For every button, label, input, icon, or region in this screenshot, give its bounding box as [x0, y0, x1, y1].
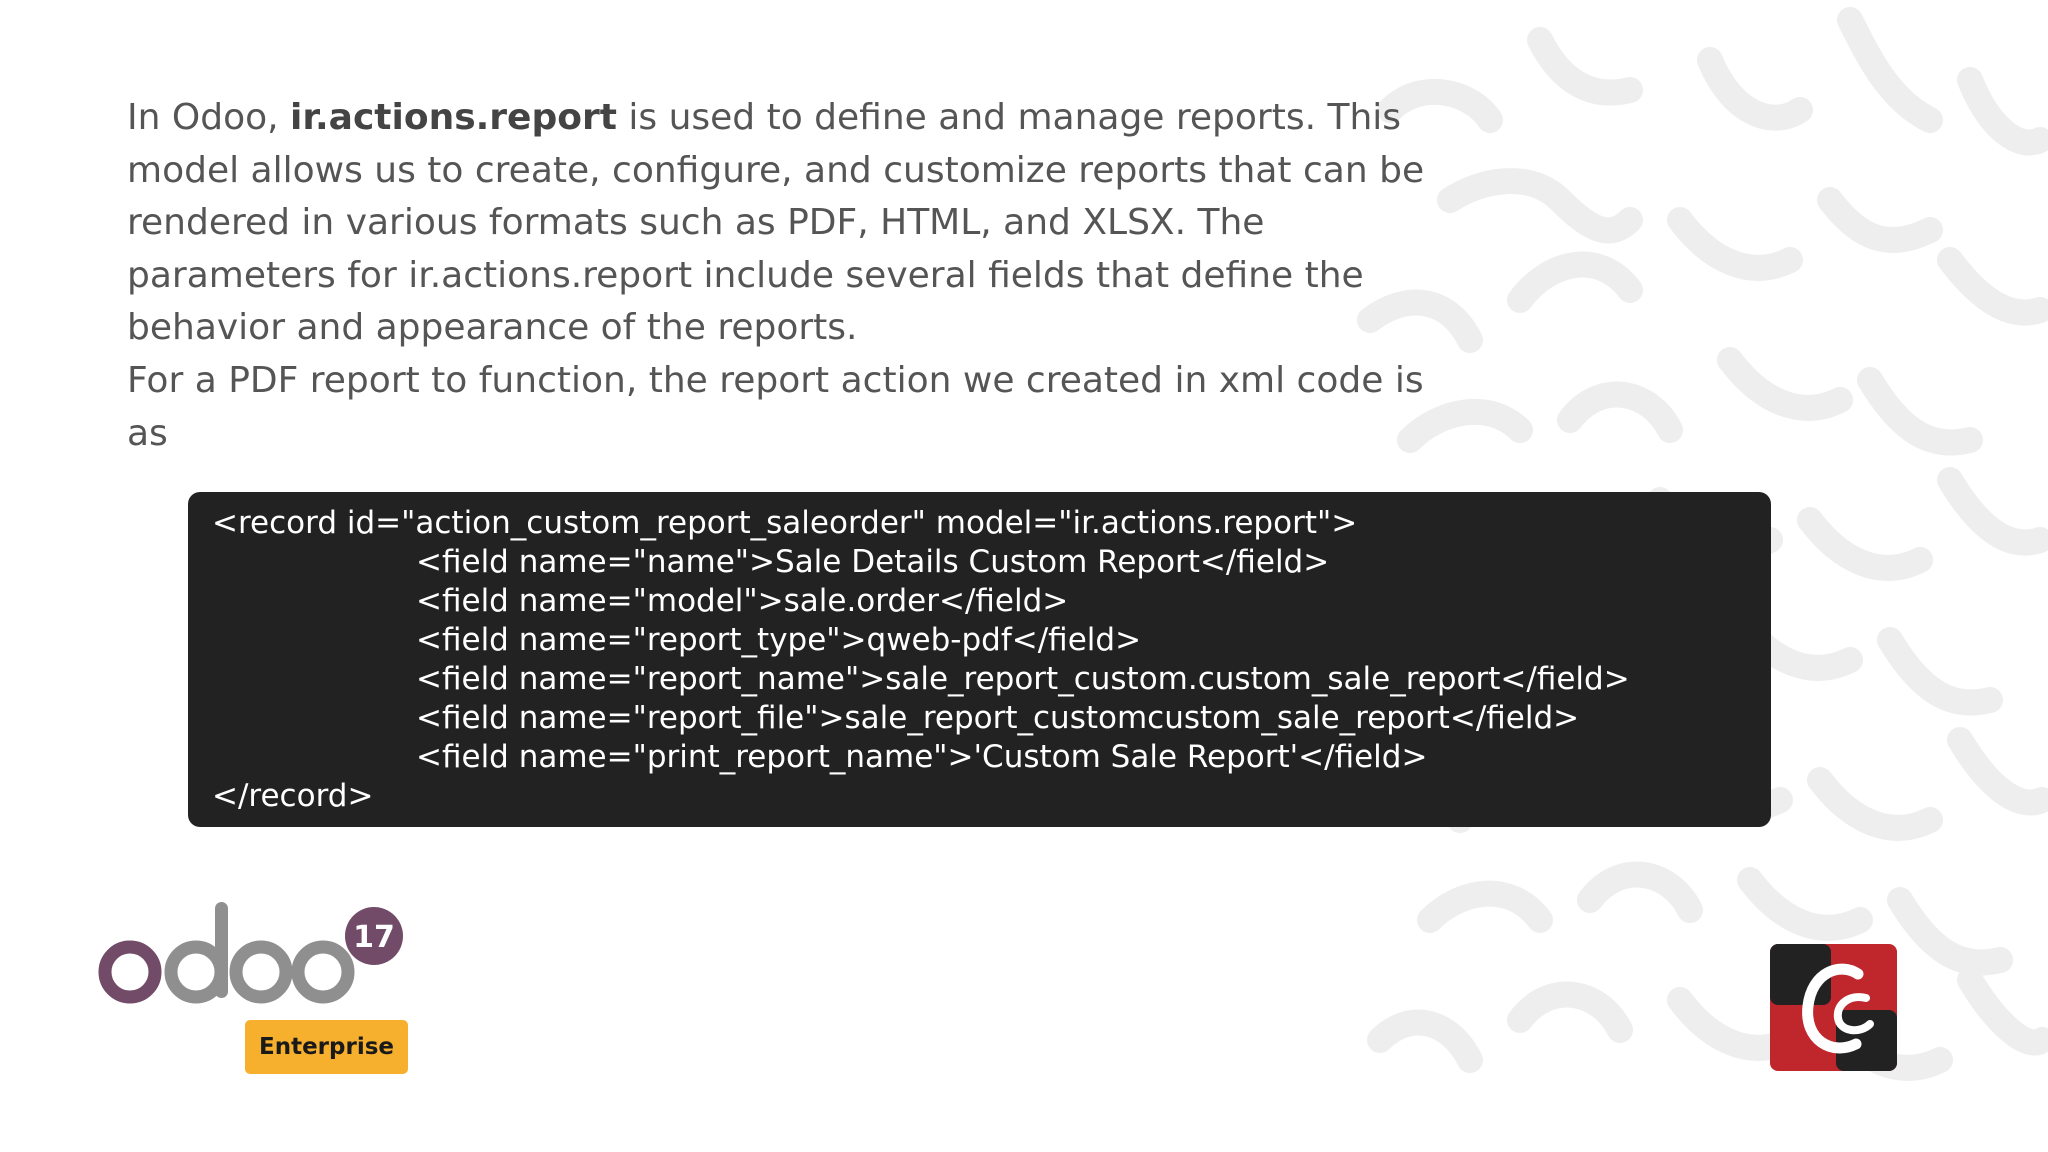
- code-line-field-report-name: <field name="report_name">sale_report_cu…: [416, 661, 1630, 697]
- version-badge: 17: [353, 920, 395, 955]
- odoo-logo-letter-o-1: [98, 940, 162, 1004]
- intro-text-pdf-note: For a PDF report to function, the report…: [127, 359, 1424, 454]
- cybrosys-logo-icon: [1770, 944, 1897, 1071]
- xml-code-block: <record id="action_custom_report_saleord…: [188, 492, 1771, 827]
- code-line-field-report-type: <field name="report_type">qweb-pdf</fiel…: [416, 622, 1142, 658]
- code-line-field-report-file: <field name="report_file">sale_report_cu…: [416, 700, 1580, 736]
- code-line-record-close: </record>: [212, 778, 374, 814]
- enterprise-badge: Enterprise: [245, 1020, 408, 1074]
- odoo-logo-letter-d: [164, 940, 228, 1004]
- code-line-field-print-report-name: <field name="print_report_name">'Custom …: [416, 739, 1428, 775]
- intro-text-start: In Odoo,: [127, 97, 291, 138]
- code-line-field-name: <field name="name">Sale Details Custom R…: [416, 544, 1330, 580]
- code-line-field-model: <field name="model">sale.order</field>: [416, 583, 1069, 619]
- intro-model-name: ir.actions.report: [290, 97, 617, 138]
- odoo-logo-letter-o-2: [229, 940, 293, 1004]
- odoo-logo-letter-d-stem: [215, 902, 228, 998]
- intro-paragraph: In Odoo, ir.actions.report is used to de…: [127, 92, 1427, 460]
- code-line-record-open: <record id="action_custom_report_saleord…: [212, 505, 1358, 541]
- odoo-logo-letter-o-3: [291, 940, 355, 1004]
